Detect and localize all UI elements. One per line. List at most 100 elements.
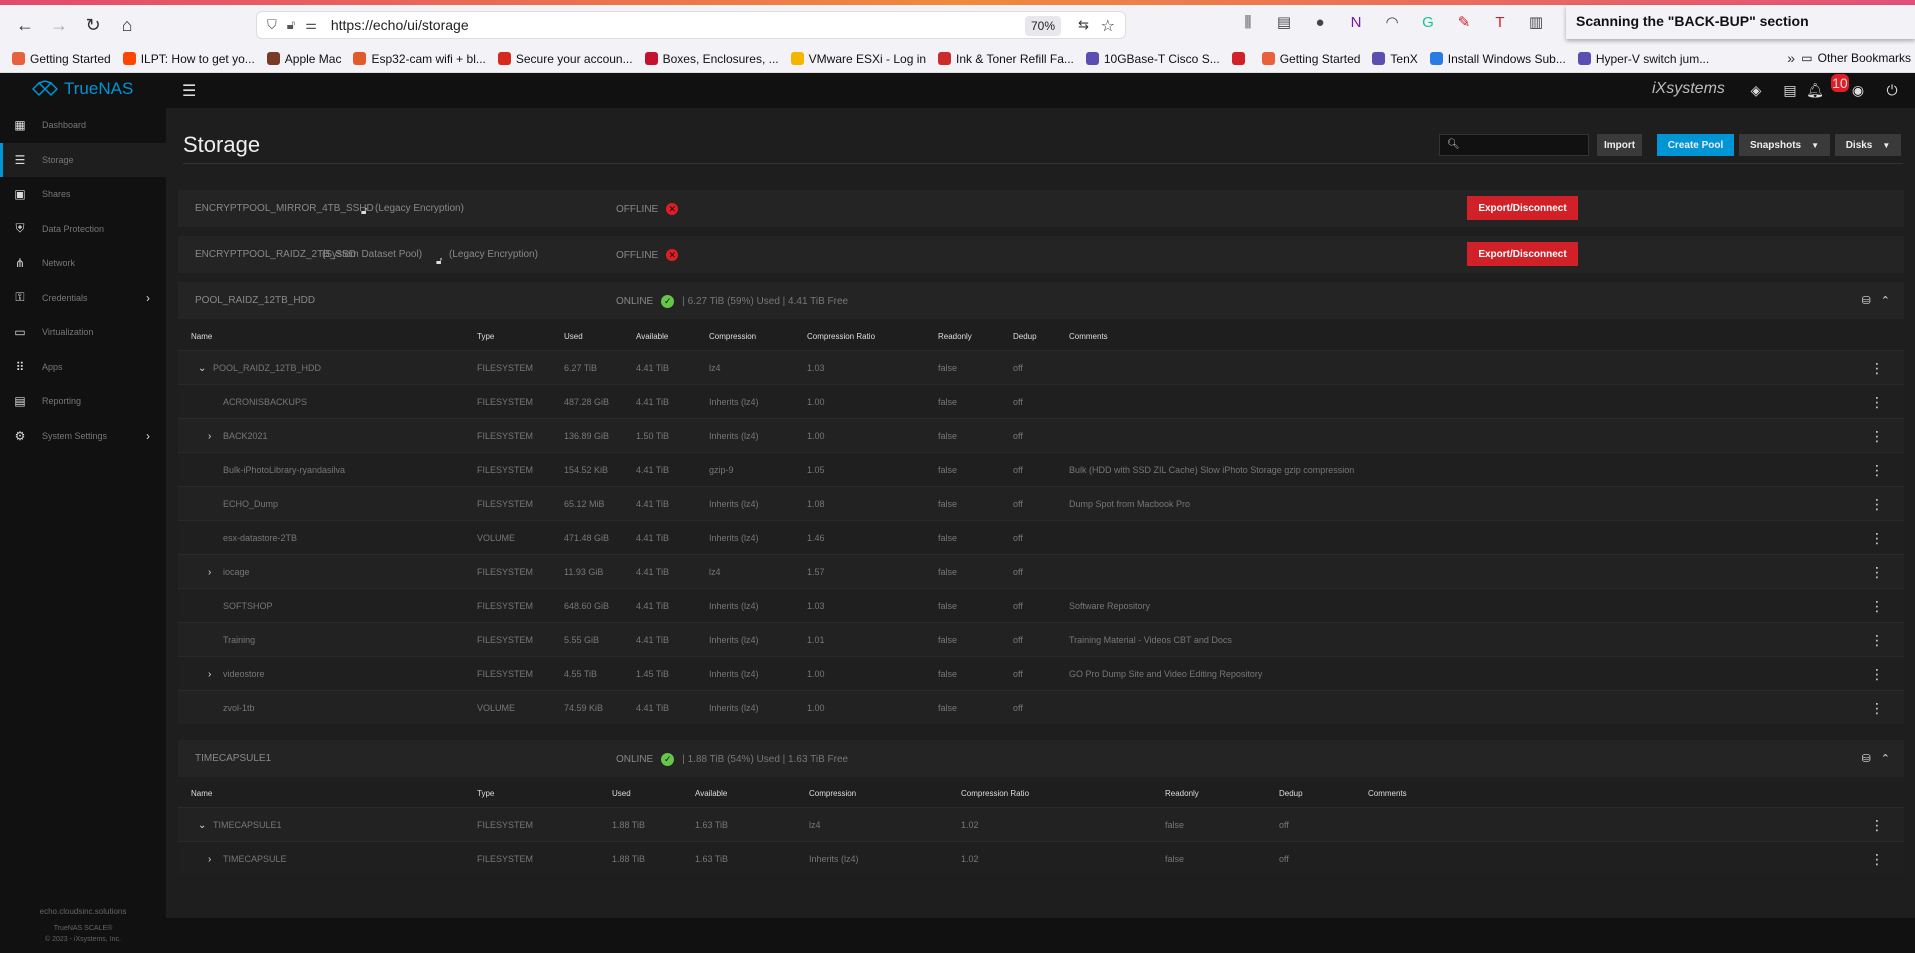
search-input[interactable]: 🔍︎ bbox=[1439, 134, 1589, 156]
back-icon[interactable]: ← bbox=[10, 10, 40, 40]
chevron-down-icon[interactable]: ⌄ bbox=[198, 363, 206, 374]
bookmark-item[interactable]: Ink & Toner Refill Fa... bbox=[938, 52, 1074, 66]
profile-extension-icon[interactable]: ● bbox=[1308, 10, 1332, 34]
table-row[interactable]: Bulk-iPhotoLibrary-ryandasilva FILESYSTEM… bbox=[178, 452, 1904, 486]
grammarly-icon[interactable]: G bbox=[1416, 10, 1440, 34]
pdf-extension-icon[interactable]: ✎ bbox=[1452, 10, 1476, 34]
extension-icon[interactable]: ◠ bbox=[1380, 10, 1404, 34]
disks-button[interactable]: Disks ▼ bbox=[1835, 134, 1901, 156]
other-bookmarks[interactable]: ▭ Other Bookmarks bbox=[1801, 51, 1911, 65]
export-disconnect-button[interactable]: Export/Disconnect bbox=[1467, 196, 1578, 220]
more-options-icon[interactable]: ⋮ bbox=[1870, 530, 1884, 547]
column-header[interactable]: Name bbox=[191, 789, 212, 798]
jobs-icon[interactable]: ▤ bbox=[1781, 81, 1799, 99]
column-header[interactable]: Available bbox=[695, 789, 727, 798]
table-row[interactable]: › videostore FILESYSTEM 4.55 TiB 1.45 TiB Inh… bbox=[178, 656, 1904, 690]
table-row[interactable]: ⌄ POOL_RAIDZ_12TB_HDD FILESYSTEM 6.27 TiB 4.… bbox=[178, 350, 1904, 384]
table-row[interactable]: zvol-1tb VOLUME 74.59 KiB 4.41 TiB Inherits … bbox=[178, 690, 1904, 724]
table-row[interactable]: esx-datastore-2TB VOLUME 471.48 GiB 4.41 Ti… bbox=[178, 520, 1904, 554]
permissions-icon[interactable]: ⚌ bbox=[305, 17, 317, 33]
collapse-icon[interactable]: ⌃ bbox=[1881, 752, 1890, 765]
column-header[interactable]: Comments bbox=[1069, 332, 1108, 341]
more-options-icon[interactable]: ⋮ bbox=[1870, 632, 1884, 649]
reader-icon[interactable]: ▤ bbox=[1272, 10, 1296, 34]
table-row[interactable]: › TIMECAPSULE FILESYSTEM 1.88 TiB 1.63 TiB In… bbox=[178, 841, 1904, 875]
collapse-icon[interactable]: ⌃ bbox=[1881, 294, 1890, 307]
zoom-level[interactable]: 70% bbox=[1024, 16, 1061, 36]
onenote-icon[interactable]: N bbox=[1344, 10, 1368, 34]
more-options-icon[interactable]: ⋮ bbox=[1870, 598, 1884, 615]
column-header[interactable]: Comments bbox=[1368, 789, 1407, 798]
menu-toggle-icon[interactable]: ☰ bbox=[182, 81, 196, 101]
more-options-icon[interactable]: ⋮ bbox=[1870, 428, 1884, 445]
chevron-right-icon[interactable]: › bbox=[208, 567, 211, 578]
column-header[interactable]: Compression Ratio bbox=[807, 332, 875, 341]
more-options-icon[interactable]: ⋮ bbox=[1870, 496, 1884, 513]
truenas-logo[interactable]: TrueNAS bbox=[32, 79, 133, 99]
sidebar-item-storage[interactable]: ☰ Storage bbox=[0, 142, 166, 177]
text-extension-icon[interactable]: T bbox=[1488, 10, 1512, 34]
column-header[interactable]: Available bbox=[636, 332, 668, 341]
sidebar-item-apps[interactable]: ⠿ Apps bbox=[0, 350, 166, 385]
more-options-icon[interactable]: ⋮ bbox=[1870, 700, 1884, 717]
sidebar-item-shares[interactable]: ▣ Shares bbox=[0, 177, 166, 212]
power-icon[interactable]: ⏻ bbox=[1883, 81, 1901, 99]
forward-icon[interactable]: → bbox=[44, 10, 74, 40]
more-options-icon[interactable]: ⋮ bbox=[1870, 564, 1884, 581]
bookmark-item[interactable] bbox=[1231, 52, 1250, 65]
chevron-right-icon[interactable]: › bbox=[208, 854, 211, 865]
chevron-right-icon[interactable]: › bbox=[208, 669, 211, 680]
column-header[interactable]: Compression bbox=[709, 332, 756, 341]
more-options-icon[interactable]: ⋮ bbox=[1870, 462, 1884, 479]
more-options-icon[interactable]: ⋮ bbox=[1870, 851, 1884, 868]
column-header[interactable]: Type bbox=[477, 789, 494, 798]
column-header[interactable]: Type bbox=[477, 332, 494, 341]
more-options-icon[interactable]: ⋮ bbox=[1870, 817, 1884, 834]
create-pool-button[interactable]: Create Pool bbox=[1657, 134, 1734, 156]
url-bar[interactable]: ⛉ 🔓︎ ⚌ https://echo/ui/storage 70% ⇆ ☆ bbox=[256, 11, 1126, 39]
more-options-icon[interactable]: ⋮ bbox=[1870, 360, 1884, 377]
more-options-icon[interactable]: ⋮ bbox=[1870, 666, 1884, 683]
reload-icon[interactable]: ↻ bbox=[78, 10, 108, 40]
column-header[interactable]: Readonly bbox=[938, 332, 972, 341]
sidebar-item-data-protection[interactable]: ⛨ Data Protection bbox=[0, 212, 166, 247]
scan-notification[interactable]: Scanning the "BACK-BUP" section bbox=[1566, 5, 1915, 39]
bookmark-item[interactable]: Boxes, Enclosures, ... bbox=[644, 52, 779, 66]
table-row[interactable]: ⌄ TIMECAPSULE1 FILESYSTEM 1.88 TiB 1.63 TiB l… bbox=[178, 807, 1904, 841]
sidebar-item-virtualization[interactable]: ▭ Virtualization bbox=[0, 315, 166, 350]
lock-icon[interactable]: 🔓︎ bbox=[361, 206, 367, 217]
bookmark-item[interactable]: ILPT: How to get yo... bbox=[122, 52, 255, 66]
table-row[interactable]: Training FILESYSTEM 5.55 GiB 4.41 TiB Inheri… bbox=[178, 622, 1904, 656]
notifications-icon[interactable]: 🔔︎ 10 bbox=[1806, 74, 1849, 99]
bookmark-item[interactable]: Getting Started bbox=[12, 52, 111, 66]
column-header[interactable]: Used bbox=[612, 789, 631, 798]
table-row[interactable]: SOFTSHOP FILESYSTEM 648.60 GiB 4.41 TiB Inhe… bbox=[178, 588, 1904, 622]
more-bookmarks-icon[interactable]: » bbox=[1787, 50, 1795, 66]
column-header[interactable]: Name bbox=[191, 332, 212, 341]
library-icon[interactable]: ⫼ bbox=[1236, 10, 1260, 34]
bookmark-item[interactable]: Esp32-cam wifi + bl... bbox=[353, 52, 486, 66]
sidebar-item-credentials[interactable]: ⚿ Credentials › bbox=[0, 281, 166, 316]
truecommand-icon[interactable]: ◈ bbox=[1747, 81, 1765, 99]
sidebar-item-dashboard[interactable]: ▦ Dashboard bbox=[0, 108, 166, 143]
lock-icon[interactable]: 🔓︎ bbox=[436, 256, 442, 267]
lock-icon[interactable]: 🔓︎ bbox=[287, 17, 295, 33]
column-header[interactable]: Readonly bbox=[1165, 789, 1199, 798]
pool-settings-icon[interactable]: ⛁ bbox=[1862, 752, 1871, 765]
more-options-icon[interactable]: ⋮ bbox=[1870, 394, 1884, 411]
bookmark-item[interactable]: Install Windows Sub... bbox=[1429, 52, 1566, 66]
chevron-down-icon[interactable]: ⌄ bbox=[198, 820, 206, 831]
bookmark-item[interactable]: Apple Mac bbox=[266, 52, 341, 66]
column-header[interactable]: Compression Ratio bbox=[961, 789, 1029, 798]
column-header[interactable]: Compression bbox=[809, 789, 856, 798]
table-row[interactable]: ECHO_Dump FILESYSTEM 65.12 MiB 4.41 TiB Inhe… bbox=[178, 486, 1904, 520]
bookmark-item[interactable]: 10GBase-T Cisco S... bbox=[1085, 52, 1220, 66]
table-row[interactable]: ACRONISBACKUPS FILESYSTEM 487.28 GiB 4.41 T… bbox=[178, 384, 1904, 418]
sidebar-item-reporting[interactable]: ▤ Reporting bbox=[0, 384, 166, 419]
bookmark-item[interactable]: Getting Started bbox=[1261, 52, 1360, 66]
pool-settings-icon[interactable]: ⛁ bbox=[1862, 294, 1871, 307]
table-row[interactable]: › iocage FILESYSTEM 11.93 GiB 4.41 TiB lz4 1.5… bbox=[178, 554, 1904, 588]
column-header[interactable]: Dedup bbox=[1279, 789, 1303, 798]
sidebar-item-system-settings[interactable]: ⚙ System Settings › bbox=[0, 419, 166, 454]
import-button[interactable]: Import bbox=[1597, 134, 1642, 156]
